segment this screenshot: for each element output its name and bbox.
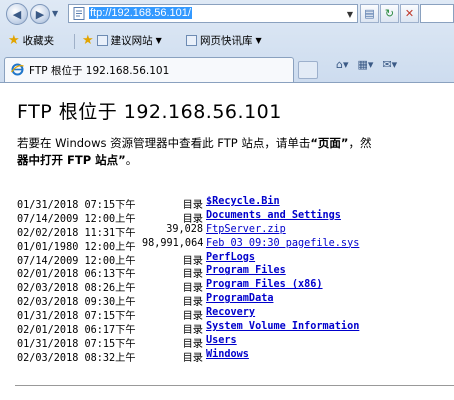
entry-size: 98,991,064	[142, 237, 204, 249]
refresh-button[interactable]: ↻	[380, 4, 399, 23]
file-link[interactable]: Feb 03 09:30 pagefile.sys	[206, 238, 359, 249]
entry-date: 01/31/2018 07:15下午	[17, 200, 136, 211]
favorites-bar: ★ 收藏夹 ★ 建议网站 ▼ 网页快讯库 ▼	[0, 29, 454, 53]
entry-size: 目录	[182, 269, 203, 281]
directory-link[interactable]: $Recycle.Bin	[206, 196, 280, 207]
entry-size: 39,028	[166, 223, 203, 235]
tab-title: FTP 根位于 192.168.56.101	[29, 65, 170, 77]
entry-size: 目录	[182, 338, 203, 350]
suggested-sites-label: 建议网站	[110, 35, 153, 47]
intro-text-part: 。	[125, 153, 138, 167]
ie-logo-icon	[11, 63, 24, 76]
directory-link[interactable]: Recovery	[206, 307, 255, 318]
entry-date: 01/31/2018 07:15下午	[17, 338, 136, 350]
directory-link[interactable]: ProgramData	[206, 293, 273, 304]
directory-link[interactable]: System Volume Information	[206, 321, 359, 332]
compat-view-button[interactable]: ▤	[360, 4, 379, 23]
favorites-button[interactable]: ★ 收藏夹	[8, 33, 54, 48]
intro-text: 若要在 Windows 资源管理器中查看此 FTP 站点，请单击“页面”，然 器…	[17, 135, 454, 169]
navigation-bar: ◀ ▶ ▼ ftp://192.168.56.101/ ▼ ▤ ↻ ✕	[0, 0, 454, 28]
recent-pages-dropdown[interactable]: ▼	[52, 9, 58, 18]
directory-link[interactable]: Documents and Settings	[206, 210, 341, 221]
forward-arrow-icon: ▶	[35, 7, 45, 21]
directory-link[interactable]: PerfLogs	[206, 252, 255, 263]
intro-text-part: 若要在 Windows 资源管理器中查看此 FTP 站点，请单击	[17, 136, 311, 150]
intro-text-part: ，然	[348, 136, 372, 150]
favorites-label: 收藏夹	[22, 35, 55, 47]
chevron-down-icon: ▼	[255, 36, 262, 45]
add-favorite-icon: ★	[82, 33, 94, 48]
entry-date: 07/14/2009 12:00上午	[17, 255, 136, 267]
divider	[15, 385, 454, 386]
entry-date: 01/31/2018 07:15下午	[17, 311, 136, 323]
directory-link[interactable]: Windows	[206, 349, 249, 360]
directory-link[interactable]: Program Files (x86)	[206, 279, 323, 290]
entry-date: 02/03/2018 08:32上午	[17, 352, 136, 364]
web-slice-gallery-link[interactable]: 网页快讯库 ▼	[186, 33, 262, 48]
star-icon: ★	[8, 33, 20, 48]
page-title: FTP 根位于 192.168.56.101	[17, 101, 282, 123]
refresh-icon: ↻	[384, 7, 395, 20]
entry-size: 目录	[182, 325, 203, 337]
entry-date: 02/03/2018 09:30上午	[17, 297, 136, 309]
search-box[interactable]	[420, 4, 454, 23]
entry-size: 目录	[182, 255, 203, 267]
tab-ftp[interactable]: FTP 根位于 192.168.56.101	[4, 57, 294, 82]
browser-chrome: ◀ ▶ ▼ ftp://192.168.56.101/ ▼ ▤ ↻ ✕ ★ 收藏…	[0, 0, 454, 83]
entry-size: 目录	[182, 297, 203, 309]
directory-link[interactable]: Program Files	[206, 265, 286, 276]
new-tab-button[interactable]	[298, 61, 318, 79]
suggested-sites-link[interactable]: ★ 建议网站 ▼	[82, 33, 162, 48]
ie-page-icon	[73, 7, 85, 20]
ie-page-icon	[96, 35, 108, 46]
back-button[interactable]: ◀	[6, 3, 28, 25]
ie-page-icon	[186, 35, 197, 46]
entry-date: 07/14/2009 12:00上午	[17, 213, 136, 225]
stop-button[interactable]: ✕	[400, 4, 419, 23]
command-bar: ⌂▾ ▦▾ ✉▾	[336, 58, 397, 71]
forward-button[interactable]: ▶	[30, 4, 50, 24]
intro-emphasis: “页面”	[310, 136, 349, 150]
directory-link[interactable]: Users	[206, 335, 237, 346]
entry-size: 目录	[182, 352, 203, 364]
entry-size: 目录	[182, 213, 203, 225]
entry-date: 02/02/2018 11:31下午	[17, 227, 136, 239]
chevron-down-icon: ▼	[155, 36, 162, 45]
entry-date: 02/01/2018 06:17下午	[17, 325, 136, 337]
entry-date: 02/03/2018 08:26上午	[17, 283, 136, 295]
address-url[interactable]: ftp://192.168.56.101/	[89, 7, 192, 19]
entry-date: 02/01/2018 06:13下午	[17, 269, 136, 281]
home-icon[interactable]: ⌂▾	[336, 58, 349, 71]
file-link[interactable]: FtpServer.zip	[206, 224, 286, 235]
stop-icon: ✕	[404, 7, 415, 20]
page-content: FTP 根位于 192.168.56.101 若要在 Windows 资源管理器…	[0, 83, 454, 400]
address-bar[interactable]: ftp://192.168.56.101/ ▼	[68, 4, 358, 23]
web-slice-gallery-label: 网页快讯库	[200, 35, 253, 47]
divider	[74, 34, 75, 49]
intro-emphasis: 器中打开 FTP 站点”	[17, 153, 126, 167]
compat-view-icon: ▤	[364, 7, 375, 20]
entry-size: 目录	[182, 283, 203, 295]
mail-icon[interactable]: ✉▾	[382, 58, 397, 71]
entry-date: 01/01/1980 12:00上午	[17, 241, 136, 253]
feeds-icon[interactable]: ▦▾	[358, 58, 374, 71]
back-arrow-icon: ◀	[12, 7, 22, 21]
intro-line-1: 若要在 Windows 资源管理器中查看此 FTP 站点，请单击“页面”，然	[17, 135, 454, 152]
address-dropdown-icon[interactable]: ▼	[347, 10, 353, 19]
entry-size: 目录	[182, 311, 203, 323]
intro-line-2: 器中打开 FTP 站点”。	[17, 152, 454, 169]
entry-size: 目录	[182, 200, 203, 211]
